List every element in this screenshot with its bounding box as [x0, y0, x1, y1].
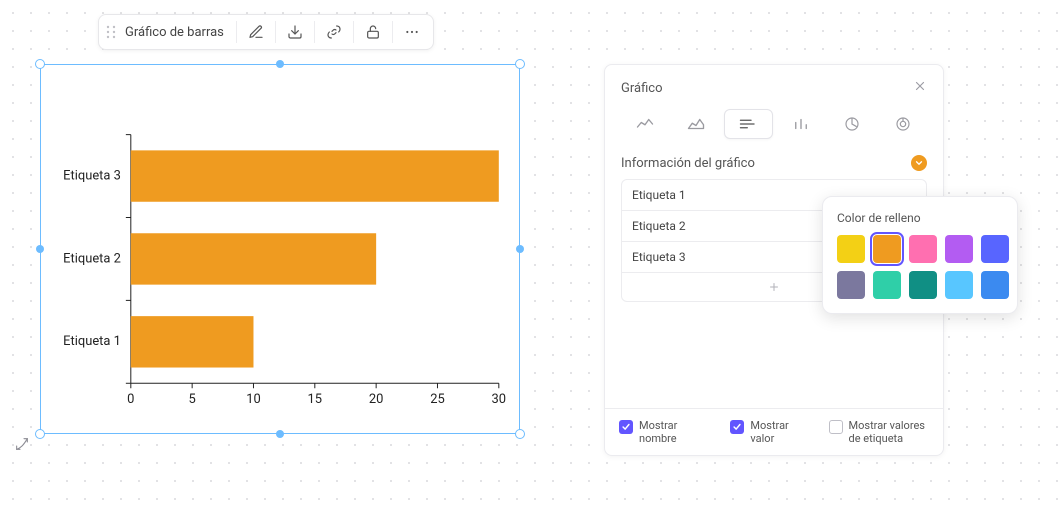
fill-color-popover: Color de relleno	[822, 196, 1018, 314]
svg-text:Etiqueta 3: Etiqueta 3	[63, 168, 121, 183]
more-icon[interactable]	[395, 15, 429, 49]
chart-canvas[interactable]: Etiqueta 3 Etiqueta 2 Etiqueta 1 0 5 10 15 20 25…	[40, 64, 520, 434]
link-icon[interactable]	[317, 15, 351, 49]
drag-handle-icon[interactable]	[103, 17, 119, 47]
svg-text:30: 30	[492, 392, 507, 407]
edge-handle-top[interactable]	[276, 60, 284, 68]
section-info-label: Información del gráfico	[621, 156, 755, 171]
checkbox-show-tag-values[interactable]: Mostrar valores de etiqueta	[829, 419, 929, 445]
panel-title: Gráfico	[621, 81, 663, 96]
color-swatch[interactable]	[981, 271, 1009, 299]
chart-type-donut-icon[interactable]	[880, 109, 927, 139]
unlock-icon[interactable]	[356, 15, 390, 49]
edge-handle-bottom[interactable]	[276, 430, 284, 438]
svg-text:Etiqueta 1: Etiqueta 1	[63, 334, 121, 349]
chart-type-area-icon[interactable]	[672, 109, 719, 139]
chart-type-pie-icon[interactable]	[828, 109, 875, 139]
color-swatch[interactable]	[909, 235, 937, 263]
svg-text:20: 20	[369, 392, 384, 407]
color-swatch[interactable]	[945, 271, 973, 299]
color-swatch[interactable]	[837, 235, 865, 263]
color-swatch[interactable]	[981, 235, 1009, 263]
svg-text:15: 15	[308, 392, 323, 407]
svg-text:25: 25	[430, 392, 445, 407]
edge-handle-left[interactable]	[36, 245, 44, 253]
svg-text:5: 5	[189, 392, 196, 407]
color-swatch[interactable]	[873, 235, 901, 263]
resize-handle-tr[interactable]	[515, 59, 525, 69]
chart-type-vbar-icon[interactable]	[777, 109, 824, 139]
chart-type-hbar-icon[interactable]	[724, 109, 773, 139]
svg-text:Etiqueta 2: Etiqueta 2	[63, 251, 121, 266]
color-swatch-grid	[837, 235, 1003, 299]
svg-text:10: 10	[246, 392, 261, 407]
section-collapse-icon[interactable]	[911, 155, 927, 171]
chart-type-row	[605, 109, 943, 149]
popover-title: Color de relleno	[837, 211, 1003, 225]
chart-title-label[interactable]: Gráfico de barras	[121, 25, 234, 40]
edit-icon[interactable]	[239, 15, 273, 49]
color-swatch[interactable]	[873, 271, 901, 299]
resize-both-icon	[14, 436, 30, 456]
horizontal-bar-chart: Etiqueta 3 Etiqueta 2 Etiqueta 1 0 5 10 15 20 25…	[41, 65, 519, 433]
chart-toolbar: Gráfico de barras	[98, 14, 434, 50]
resize-handle-bl[interactable]	[35, 429, 45, 439]
chart-selection[interactable]: Etiqueta 3 Etiqueta 2 Etiqueta 1 0 5 10 15 20 25…	[40, 64, 520, 434]
edge-handle-right[interactable]	[516, 245, 524, 253]
resize-handle-br[interactable]	[515, 429, 525, 439]
checkbox-show-name[interactable]: Mostrar nombre	[619, 419, 714, 445]
resize-handle-tl[interactable]	[35, 59, 45, 69]
color-swatch[interactable]	[909, 271, 937, 299]
chart-type-line-icon[interactable]	[621, 109, 668, 139]
color-swatch[interactable]	[945, 235, 973, 263]
color-swatch[interactable]	[837, 271, 865, 299]
checkbox-show-value[interactable]: Mostrar valor	[730, 419, 812, 445]
panel-footer: Mostrar nombre Mostrar valor Mostrar val…	[605, 408, 943, 455]
download-icon[interactable]	[278, 15, 312, 49]
close-icon[interactable]	[913, 79, 927, 97]
svg-text:0: 0	[127, 392, 134, 407]
